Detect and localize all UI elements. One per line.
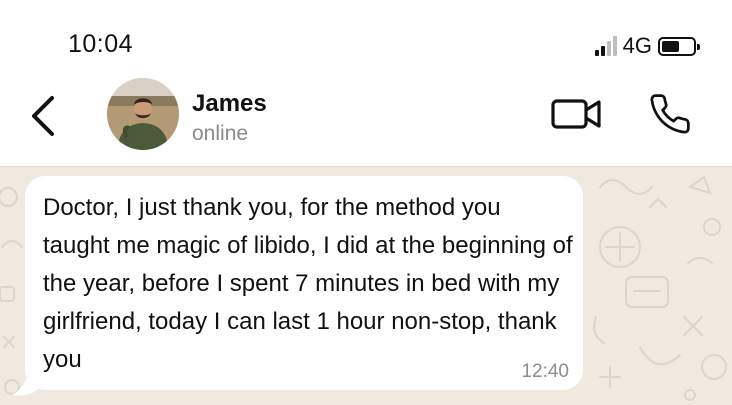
message-bubble[interactable]: Doctor, I just thank you, for the method… bbox=[25, 176, 583, 390]
video-camera-icon bbox=[551, 99, 601, 129]
avatar[interactable] bbox=[107, 78, 179, 150]
presence-status: online bbox=[192, 122, 249, 145]
battery-icon bbox=[658, 36, 700, 56]
network-type: 4G bbox=[622, 33, 652, 58]
contact-name[interactable]: James bbox=[192, 90, 267, 118]
status-bar: 10:04 4G bbox=[0, 0, 732, 70]
signal-bars-icon bbox=[594, 36, 617, 56]
message-text: Doctor, I just thank you, for the method… bbox=[43, 194, 573, 373]
phone-icon bbox=[650, 94, 690, 134]
chat-header: James online bbox=[0, 70, 732, 166]
back-button[interactable] bbox=[26, 92, 66, 140]
message-time: 12:40 bbox=[521, 361, 569, 382]
chat-area[interactable]: Doctor, I just thank you, for the method… bbox=[0, 166, 732, 405]
status-time: 10:04 bbox=[68, 30, 134, 58]
chevron-left-icon bbox=[32, 96, 54, 136]
video-call-button[interactable] bbox=[550, 94, 604, 134]
voice-call-button[interactable] bbox=[648, 92, 692, 136]
status-indicators: 4G bbox=[594, 33, 700, 59]
